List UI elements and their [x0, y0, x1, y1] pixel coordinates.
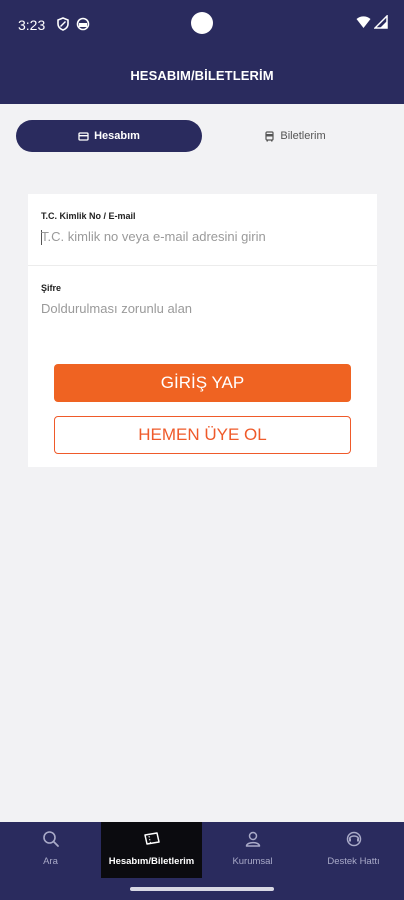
- nav-item-kurumsal[interactable]: Kurumsal: [202, 822, 303, 878]
- tab-bar: Hesabım Biletlerim: [16, 120, 388, 152]
- support-icon: [346, 831, 361, 847]
- shield-icon: [57, 17, 69, 31]
- nav-item-hesabim-biletlerim[interactable]: Hesabım/Biletlerim: [101, 822, 202, 878]
- nav-item-label: Hesabım/Biletlerim: [108, 856, 195, 867]
- password-input[interactable]: [41, 301, 361, 316]
- tab-hesabim[interactable]: Hesabım: [16, 120, 202, 152]
- register-button[interactable]: HEMEN ÜYE OL: [54, 416, 351, 454]
- login-button[interactable]: GİRİŞ YAP: [54, 364, 351, 402]
- page-title: HESABIM/BİLETLERİM: [130, 68, 274, 83]
- vpn-icon: [76, 17, 90, 31]
- ticket-icon: [143, 832, 160, 845]
- home-indicator[interactable]: [130, 887, 274, 891]
- person-icon: [245, 831, 260, 847]
- nav-item-label: Ara: [43, 856, 58, 867]
- gesture-bar: [0, 878, 404, 900]
- id-field-group: T.C. Kimlik No / E-mail: [28, 194, 377, 266]
- status-bar: 3:23: [0, 0, 404, 50]
- id-email-input[interactable]: [41, 229, 361, 244]
- wifi-icon: [356, 16, 371, 28]
- bottom-nav: Ara Hesabım/Biletlerim Kurumsal Destek H…: [0, 822, 404, 878]
- nav-item-destek-hatti[interactable]: Destek Hattı: [303, 822, 404, 878]
- search-icon: [42, 831, 59, 847]
- main-content: Hesabım Biletlerim T.C. Kimlik No / E-ma…: [0, 104, 404, 822]
- status-time: 3:23: [18, 17, 46, 33]
- card-icon: [78, 131, 89, 141]
- front-camera: [191, 12, 213, 34]
- nav-item-ara[interactable]: Ara: [0, 822, 101, 878]
- signal-icon: [374, 15, 388, 29]
- app-bar: HESABIM/BİLETLERİM: [0, 50, 404, 104]
- nav-item-label: Destek Hattı: [327, 856, 380, 867]
- tab-biletlerim-label: Biletlerim: [280, 130, 326, 142]
- login-form: T.C. Kimlik No / E-mail Şifre GİRİŞ YAP …: [28, 194, 377, 467]
- nav-item-label: Kurumsal: [232, 856, 273, 867]
- password-field-group: Şifre: [28, 266, 377, 338]
- id-field-label: T.C. Kimlik No / E-mail: [41, 211, 136, 221]
- password-field-label: Şifre: [41, 283, 62, 293]
- tab-hesabim-label: Hesabım: [94, 130, 140, 142]
- tab-biletlerim[interactable]: Biletlerim: [202, 120, 388, 152]
- bus-icon: [265, 130, 274, 141]
